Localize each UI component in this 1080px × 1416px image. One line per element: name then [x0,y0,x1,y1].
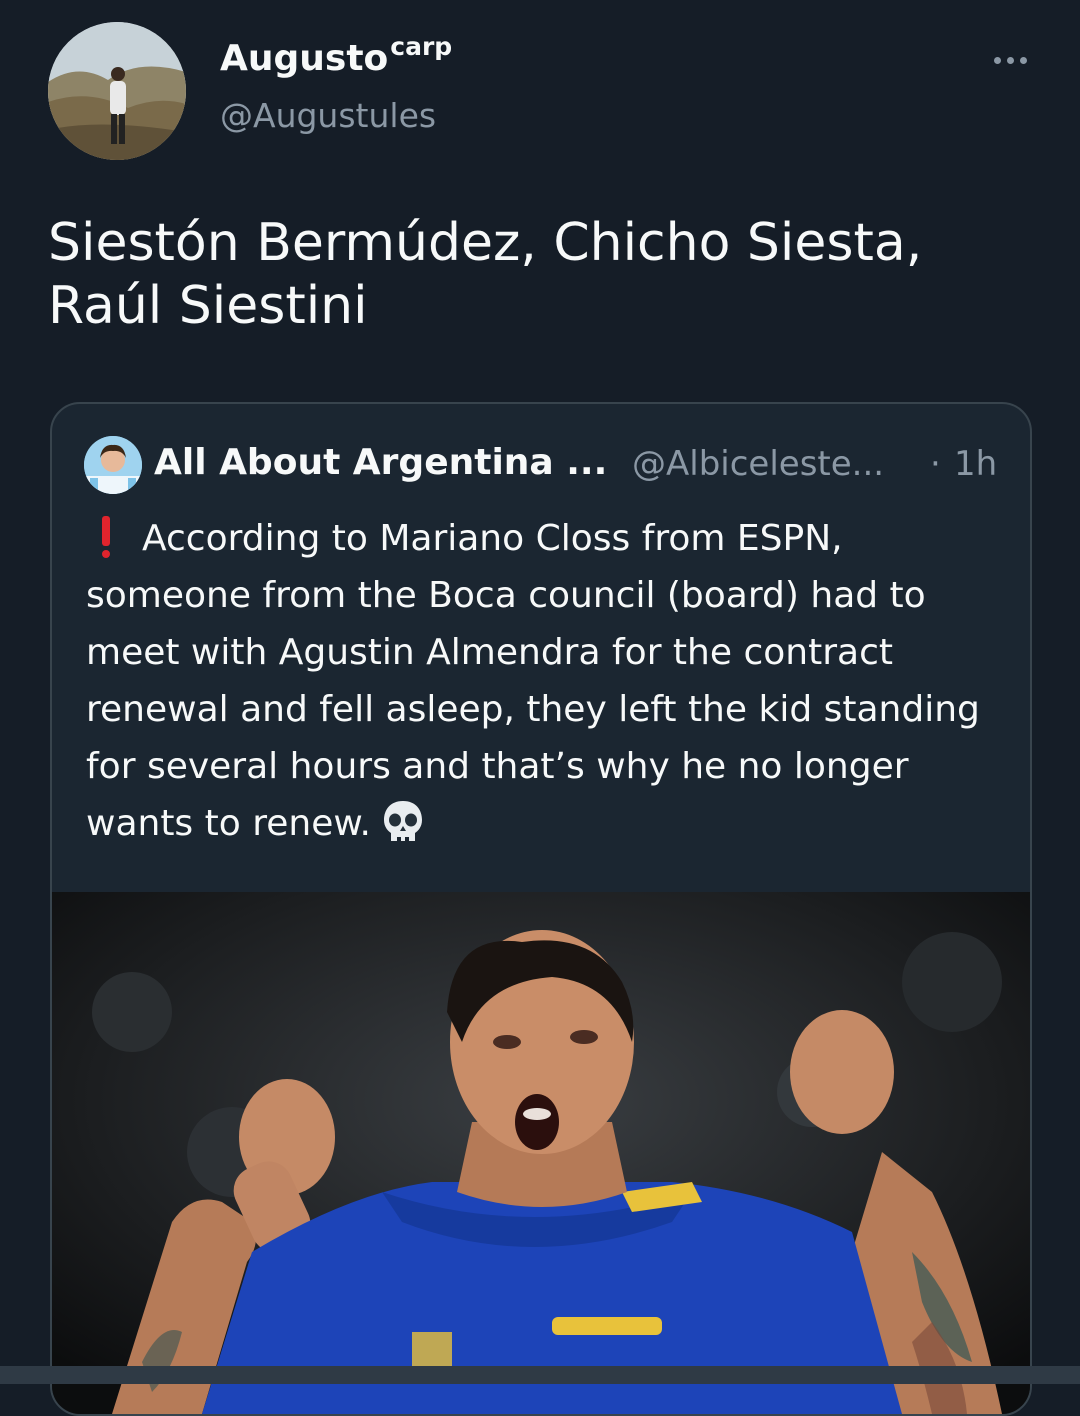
bottom-divider [0,1366,1080,1384]
quoted-author-name[interactable]: All About Argentina ... [154,442,607,483]
skull-icon [381,799,425,845]
quoted-author-handle[interactable]: @Albiceleste... [632,444,884,484]
more-dot [1019,56,1027,64]
separator-dot: · [930,444,941,484]
footballer-celebrating-photo[interactable] [52,892,1030,1414]
more-options-button[interactable] [980,48,1040,72]
quoted-tweet-text: According to Mariano Closs from ESPN, so… [86,510,1006,852]
author-display-name[interactable]: Augustocarp [220,32,452,79]
more-dot [1006,56,1014,64]
tweet-text: Siestón Bermúdez, Chicho Siesta, Raúl Si… [48,213,923,336]
exclamation-icon [102,516,112,558]
quoted-text-body: According to Mariano Closs from ESPN, so… [86,518,980,844]
author-handle[interactable]: @Augustules [220,96,436,135]
author-name-suffix: carp [390,32,453,61]
quoted-tweet-card[interactable]: All About Argentina ... @Albiceleste... … [50,402,1032,1416]
more-horizontal-icon [993,56,1001,64]
tweet: Augustocarp @Augustules Siestón Bermúdez… [0,0,1080,1416]
quoted-author-avatar[interactable] [84,436,142,494]
author-avatar[interactable] [48,22,186,160]
quoted-timestamp[interactable]: 1h [954,444,997,484]
author-name-text: Augusto [220,38,389,79]
